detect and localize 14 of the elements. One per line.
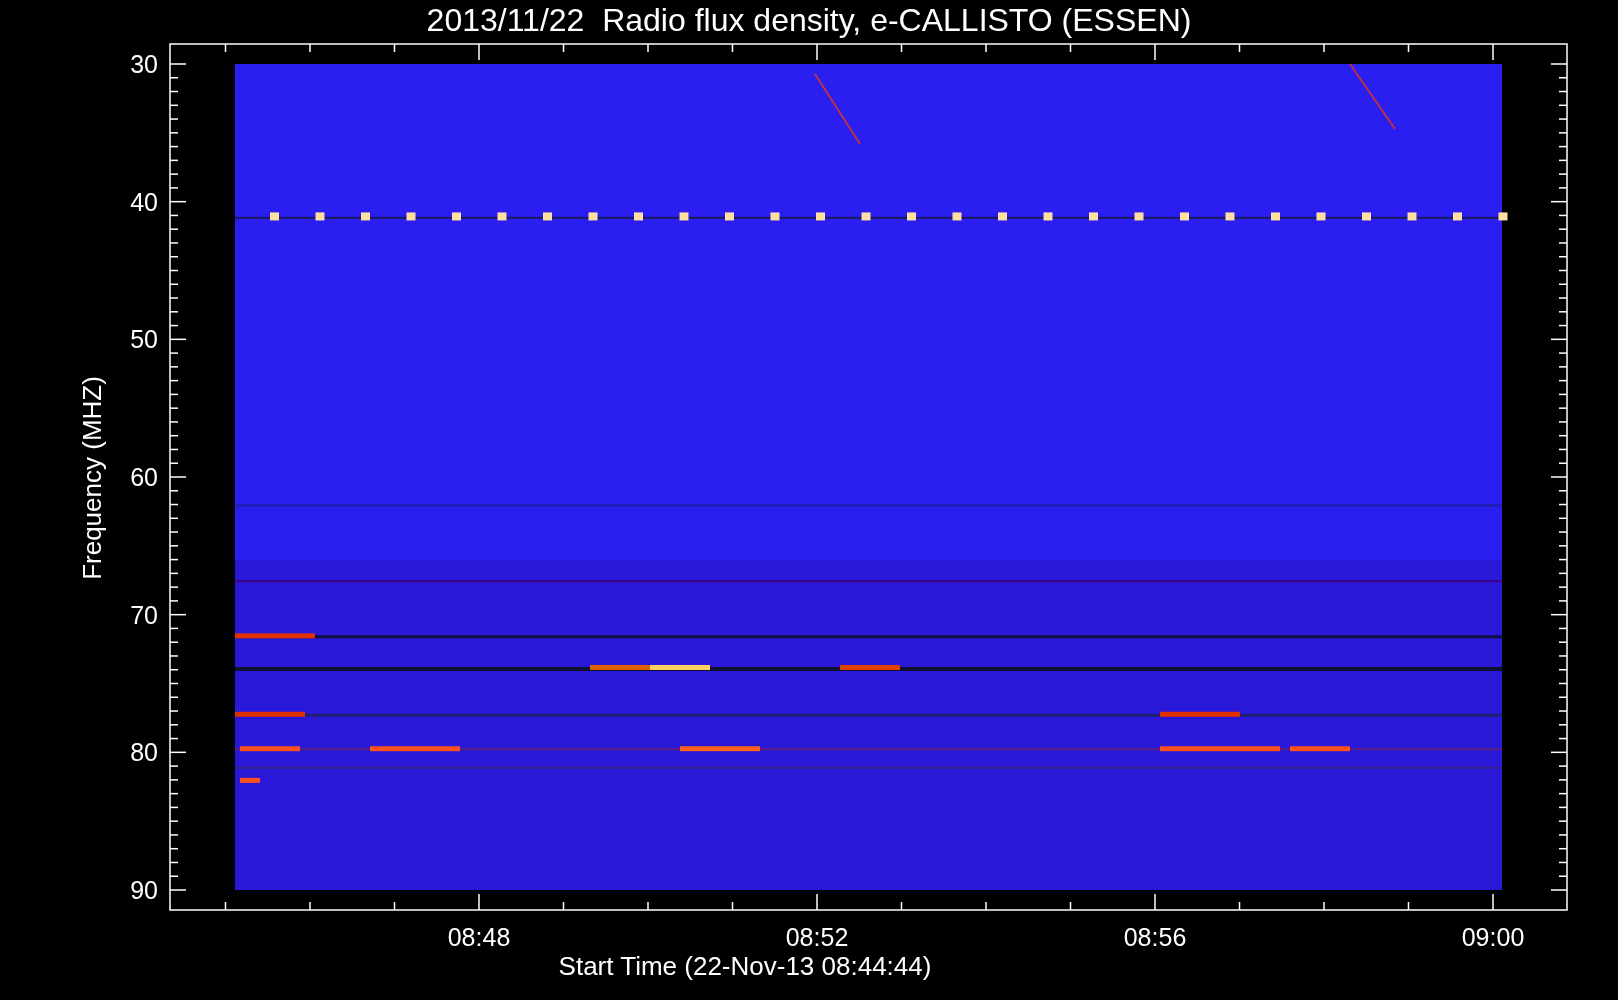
x-tick-label: 08:52 bbox=[785, 923, 849, 951]
x-axis-label: Start Time (22-Nov-13 08:44:44) bbox=[558, 951, 932, 981]
y-tick-label: 70 bbox=[130, 600, 158, 629]
y-axis-label: Frequency (MHZ) bbox=[77, 376, 107, 580]
y-tick-label: 30 bbox=[130, 50, 158, 78]
y-tick-label: 50 bbox=[130, 325, 158, 354]
y-tick-label: 40 bbox=[130, 187, 158, 216]
x-tick-label: 09:00 bbox=[1461, 923, 1525, 951]
chart-title: 2013/11/22 Radio flux density, e-CALLISTO (ESSEN) bbox=[426, 2, 1192, 38]
y-tick-label: 60 bbox=[130, 463, 158, 491]
y-tick-label: 80 bbox=[130, 738, 158, 767]
x-tick-label: 08:56 bbox=[1123, 923, 1187, 951]
y-tick-label: 90 bbox=[130, 876, 158, 904]
x-tick-label: 08:48 bbox=[447, 923, 511, 951]
